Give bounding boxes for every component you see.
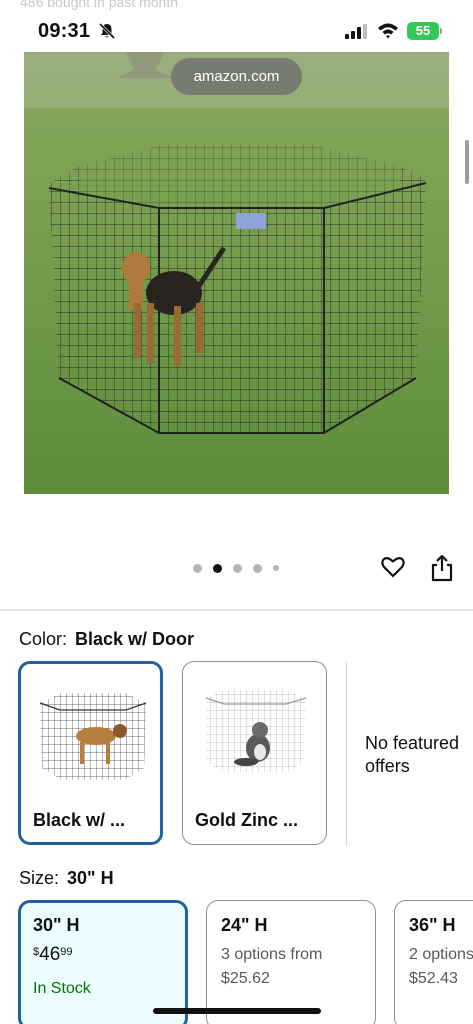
size-option-from-price: $25.62 bbox=[221, 970, 270, 987]
size-label-text: Size: bbox=[19, 868, 60, 888]
status-time: 09:31 bbox=[38, 20, 91, 42]
status-bar: 486 bought in past month 09:31 55 bbox=[0, 0, 473, 52]
carousel-dot[interactable] bbox=[253, 563, 262, 573]
color-option-name: Black w/ ... bbox=[33, 810, 126, 830]
size-option-30h[interactable]: 30" H $4699 In Stock bbox=[18, 900, 188, 1024]
color-selected-value: Black w/ Door bbox=[75, 629, 195, 649]
black-playpen-thumbnail bbox=[39, 693, 147, 780]
size-option-options-text: 2 options from bbox=[409, 946, 473, 963]
size-option-24h[interactable]: 24" H 3 options from $25.62 bbox=[206, 900, 376, 1024]
product-image[interactable] bbox=[24, 48, 449, 494]
size-option-size: 24" H bbox=[221, 915, 268, 935]
color-option-gold-zinc[interactable]: Gold Zinc ... bbox=[182, 661, 327, 845]
vertical-separator bbox=[346, 662, 347, 846]
url-pill[interactable]: amazon.com bbox=[171, 58, 302, 95]
size-label: Size: 30" H bbox=[19, 868, 114, 889]
no-featured-offers-text: No featured offers bbox=[365, 733, 460, 776]
scrollbar-thumb[interactable] bbox=[465, 140, 469, 184]
home-indicator[interactable] bbox=[153, 1008, 321, 1014]
price-fraction: 99 bbox=[60, 946, 73, 958]
size-option-size: 36" H bbox=[409, 915, 456, 935]
bought-in-past-month-text: 486 bought in past month bbox=[20, 0, 179, 10]
size-option-size: 30" H bbox=[33, 915, 80, 935]
gold-zinc-playpen-thumbnail bbox=[205, 690, 307, 772]
color-option-name: Gold Zinc ... bbox=[195, 810, 298, 830]
carousel-dot[interactable] bbox=[193, 563, 202, 573]
size-option-price: $4699 bbox=[33, 944, 185, 966]
price-whole: 46 bbox=[39, 944, 61, 965]
bell-slash-icon bbox=[98, 22, 116, 40]
product-photo-playpen bbox=[24, 48, 449, 494]
cellular-signal-icon bbox=[345, 24, 367, 39]
color-label: Color: Black w/ Door bbox=[19, 629, 194, 650]
battery-tip bbox=[440, 28, 442, 34]
image-carousel-dots[interactable] bbox=[193, 563, 290, 573]
carousel-dot[interactable] bbox=[233, 563, 242, 573]
size-selected-value: 30" H bbox=[67, 868, 114, 888]
battery-indicator: 55 bbox=[407, 22, 439, 40]
size-option-from-price: $52.43 bbox=[409, 970, 458, 987]
color-label-text: Color: bbox=[19, 629, 68, 649]
section-divider bbox=[0, 609, 473, 611]
wifi-icon bbox=[378, 23, 398, 39]
in-stock-text: In Stock bbox=[33, 980, 91, 997]
color-option-black[interactable]: Black w/ ... bbox=[18, 661, 163, 845]
size-option-36h[interactable]: 36" H 2 options from $52.43 bbox=[394, 900, 473, 1024]
carousel-dot-active[interactable] bbox=[213, 563, 222, 573]
size-option-options-text: 3 options from bbox=[221, 946, 323, 963]
price-currency: $ bbox=[33, 946, 40, 958]
heart-icon[interactable] bbox=[380, 554, 406, 580]
share-icon[interactable] bbox=[430, 554, 454, 582]
carousel-dot[interactable] bbox=[273, 565, 279, 571]
